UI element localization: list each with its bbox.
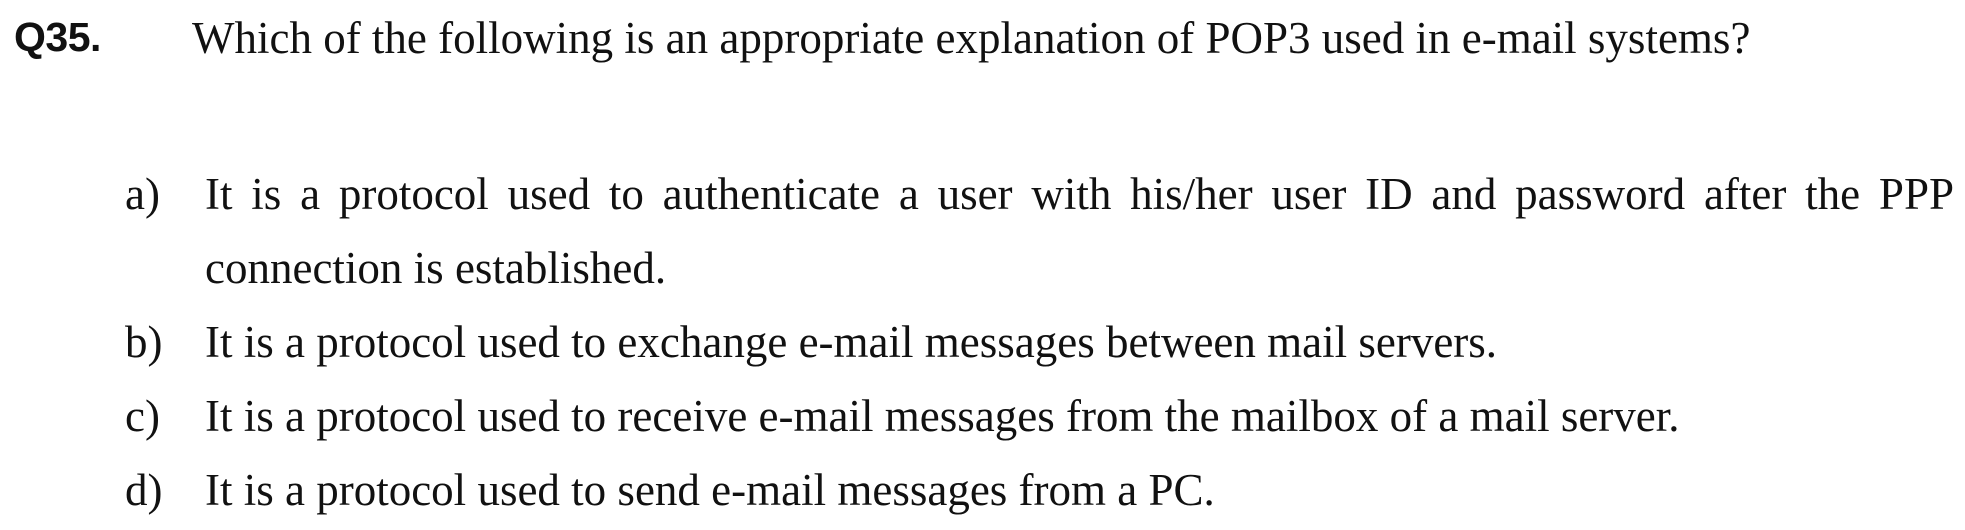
- option-d-text: It is a protocol used to send e-mail mes…: [205, 465, 1215, 515]
- option-c-label: c): [125, 391, 160, 441]
- option-a: a) It is a protocol used to authenticate…: [125, 157, 1960, 305]
- option-a-label: a): [125, 169, 160, 219]
- option-b: b) It is a protocol used to exchange e-m…: [125, 305, 1960, 379]
- answer-options: a) It is a protocol used to authenticate…: [125, 157, 1960, 527]
- option-d: d) It is a protocol used to send e-mail …: [125, 453, 1960, 527]
- option-b-label: b): [125, 317, 163, 367]
- question-number: Q35.: [14, 14, 101, 60]
- option-c-text: It is a protocol used to receive e-mail …: [205, 391, 1680, 441]
- option-a-text: It is a protocol used to authenticate a …: [205, 169, 1954, 293]
- question-text: Which of the following is an appropriate…: [192, 13, 1751, 63]
- option-b-text: It is a protocol used to exchange e-mail…: [205, 317, 1498, 367]
- option-c: c) It is a protocol used to receive e-ma…: [125, 379, 1960, 453]
- option-d-label: d): [125, 465, 163, 515]
